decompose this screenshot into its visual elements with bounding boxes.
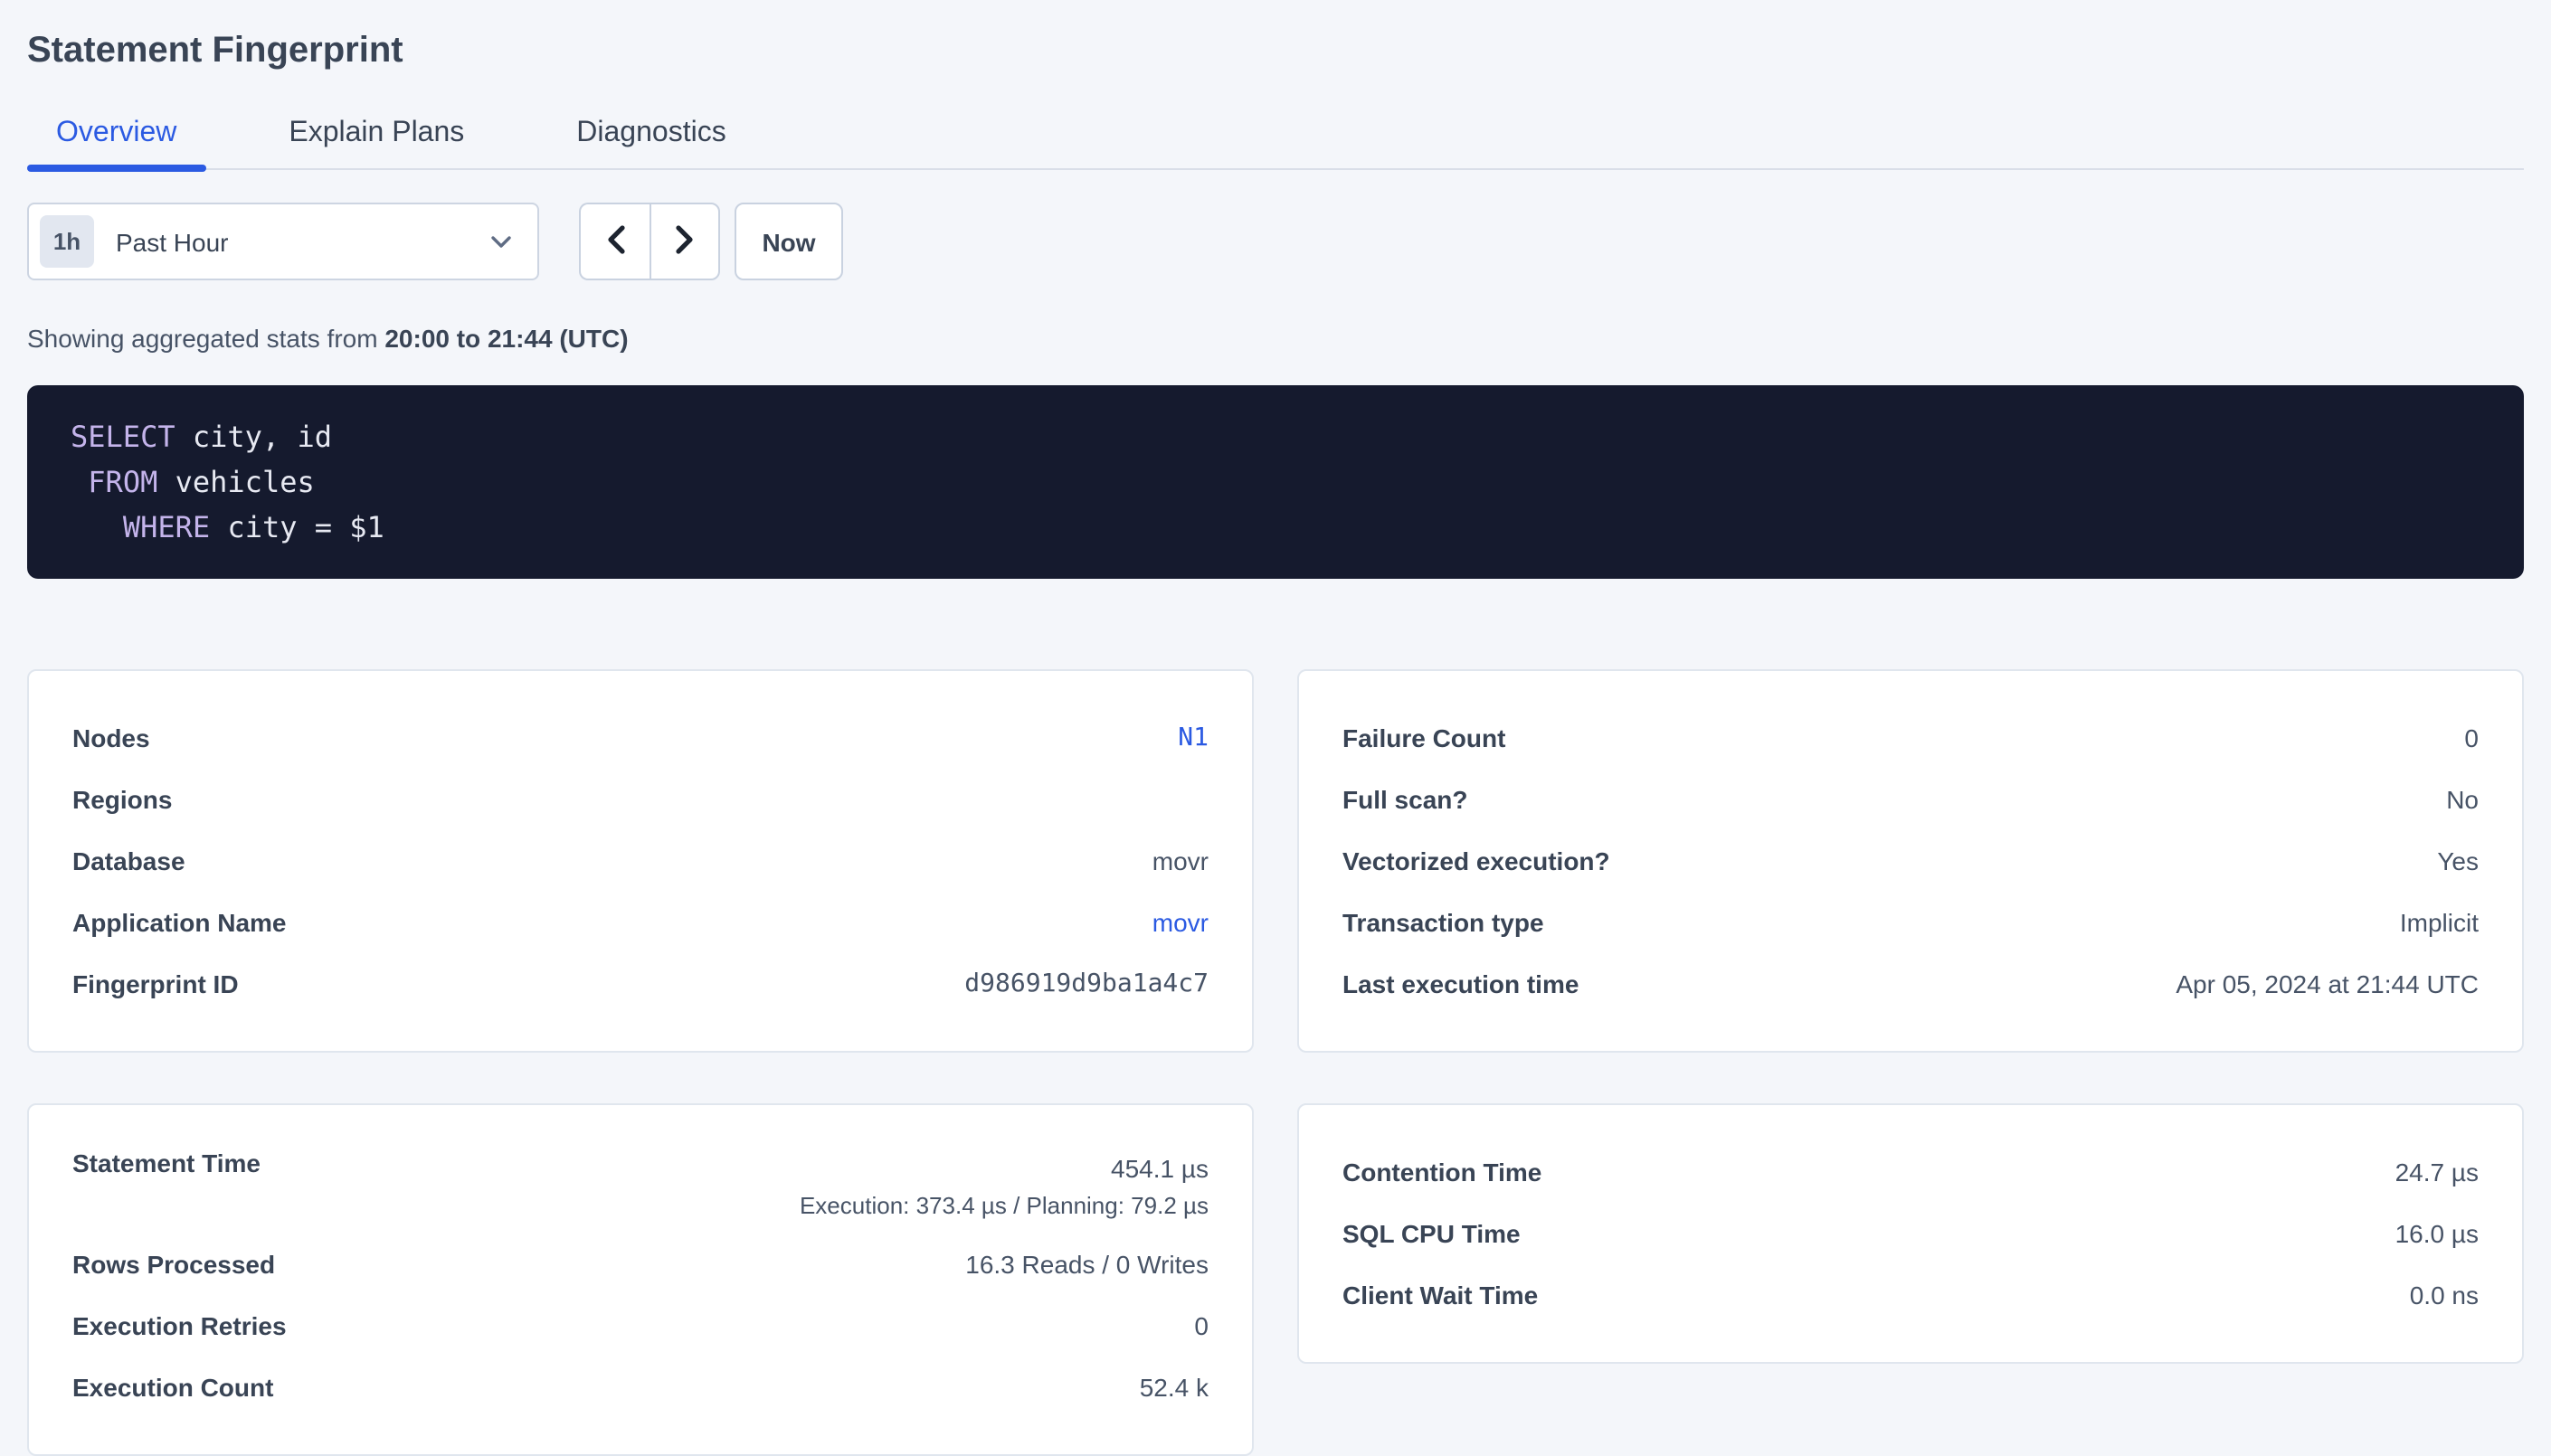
application-name-link[interactable]: movr [1152, 908, 1209, 937]
row-label: Execution Retries [72, 1311, 287, 1340]
aggregation-period-text: Showing aggregated stats from 20:00 to 2… [27, 320, 2524, 356]
table-row: Regions [72, 769, 1209, 830]
tab-explain-plans[interactable]: Explain Plans [260, 110, 493, 168]
sql-indent [71, 465, 88, 499]
wait-time-stats-card: Contention Time 24.7 µs SQL CPU Time 16.… [1297, 1103, 2524, 1364]
table-row: Vectorized execution? Yes [1342, 830, 2479, 892]
row-label: Rows Processed [72, 1250, 275, 1279]
table-row: SQL CPU Time 16.0 µs [1342, 1203, 2479, 1264]
sql-statement-box: SELECT city, id FROM vehicles WHERE city… [27, 385, 2524, 579]
row-label: Database [72, 846, 185, 875]
sql-keyword: FROM [88, 465, 157, 499]
row-value: 52.4 k [1140, 1373, 1209, 1402]
table-row: Database movr [72, 830, 1209, 892]
time-interval-select[interactable]: 1h Past Hour [27, 203, 539, 280]
row-label: Transaction type [1342, 908, 1544, 937]
row-value: 0.0 ns [2410, 1281, 2479, 1309]
table-row: Client Wait Time 0.0 ns [1342, 1264, 2479, 1326]
node-link[interactable]: N1 [1178, 723, 1209, 752]
row-label: SQL CPU Time [1342, 1219, 1521, 1248]
sql-line: FROM vehicles [71, 459, 2480, 505]
sql-keyword: WHERE [123, 510, 210, 544]
interval-badge: 1h [40, 215, 94, 268]
time-controls: 1h Past Hour Now [27, 203, 2524, 280]
row-value: 0 [1194, 1311, 1209, 1340]
statement-time-values: 454.1 µs Execution: 373.4 µs / Planning:… [800, 1149, 1209, 1223]
sql-keyword: SELECT [71, 420, 175, 454]
sql-text: vehicles [157, 465, 314, 499]
row-value: 454.1 µs [1111, 1149, 1209, 1188]
chevron-right-icon [675, 223, 695, 260]
tab-diagnostics[interactable]: Diagnostics [547, 110, 754, 168]
row-value: Implicit [2400, 908, 2479, 937]
sql-indent [71, 510, 123, 544]
row-label: Execution Count [72, 1373, 273, 1402]
execution-attributes-card: Failure Count 0 Full scan? No Vectorized… [1297, 669, 2524, 1053]
table-row: Application Name movr [72, 892, 1209, 953]
sql-line: SELECT city, id [71, 414, 2480, 459]
sql-text: city = $1 [210, 510, 384, 544]
sql-text: city, id [175, 420, 332, 454]
table-row: Last execution time Apr 05, 2024 at 21:4… [1342, 953, 2479, 1015]
row-value: 24.7 µs [2395, 1158, 2479, 1187]
row-label: Application Name [72, 908, 287, 937]
table-row: Fingerprint ID d986919d9ba1a4c7 [72, 953, 1209, 1015]
sql-line: WHERE city = $1 [71, 505, 2480, 550]
statement-stats-card: Statement Time 454.1 µs Execution: 373.4… [27, 1103, 1254, 1456]
chevron-left-icon [605, 223, 625, 260]
time-interval-value: Past Hour [116, 227, 229, 256]
chevron-down-icon [490, 234, 512, 249]
page-title: Statement Fingerprint [27, 0, 2524, 74]
now-button[interactable]: Now [735, 203, 843, 280]
row-label: Fingerprint ID [72, 969, 239, 998]
row-value: No [2446, 785, 2479, 814]
database-value: movr [1152, 846, 1209, 875]
statement-properties-card: Nodes N1 Regions Database movr Applicati… [27, 669, 1254, 1053]
next-interval-button[interactable] [650, 203, 720, 280]
row-label: Last execution time [1342, 969, 1579, 998]
last-execution-time-value: Apr 05, 2024 at 21:44 UTC [2176, 969, 2479, 998]
table-row: Transaction type Implicit [1342, 892, 2479, 953]
row-label: Regions [72, 785, 172, 814]
row-label: Nodes [72, 723, 150, 752]
table-row: Statement Time 454.1 µs Execution: 373.4… [72, 1141, 1209, 1234]
statement-fingerprint-page: Statement Fingerprint Overview Explain P… [0, 0, 2551, 1456]
row-subvalue: Execution: 373.4 µs / Planning: 79.2 µs [800, 1188, 1209, 1223]
row-label: Full scan? [1342, 785, 1467, 814]
tab-overview[interactable]: Overview [27, 110, 205, 168]
row-value: 0 [2464, 723, 2479, 752]
table-row: Rows Processed 16.3 Reads / 0 Writes [72, 1234, 1209, 1295]
row-label: Statement Time [72, 1149, 261, 1177]
row-label: Client Wait Time [1342, 1281, 1538, 1309]
table-row: Execution Count 52.4 k [72, 1357, 1209, 1418]
table-row: Nodes N1 [72, 707, 1209, 769]
fingerprint-id-value: d986919d9ba1a4c7 [964, 969, 1209, 998]
row-label: Vectorized execution? [1342, 846, 1610, 875]
row-value: 16.3 Reads / 0 Writes [965, 1250, 1209, 1279]
summary-cards-grid: Nodes N1 Regions Database movr Applicati… [27, 669, 2524, 1456]
row-value: Yes [2437, 846, 2479, 875]
interval-nav-group [579, 203, 720, 280]
row-label: Contention Time [1342, 1158, 1541, 1187]
aggregation-prefix: Showing aggregated stats from [27, 324, 384, 353]
table-row: Contention Time 24.7 µs [1342, 1141, 2479, 1203]
row-value: 16.0 µs [2395, 1219, 2479, 1248]
table-row: Execution Retries 0 [72, 1295, 1209, 1357]
tab-bar: Overview Explain Plans Diagnostics [27, 110, 2524, 170]
aggregation-range: 20:00 to 21:44 (UTC) [384, 324, 628, 353]
page-content: Statement Fingerprint Overview Explain P… [0, 0, 2551, 1456]
previous-interval-button[interactable] [579, 203, 650, 280]
table-row: Full scan? No [1342, 769, 2479, 830]
table-row: Failure Count 0 [1342, 707, 2479, 769]
row-label: Failure Count [1342, 723, 1505, 752]
